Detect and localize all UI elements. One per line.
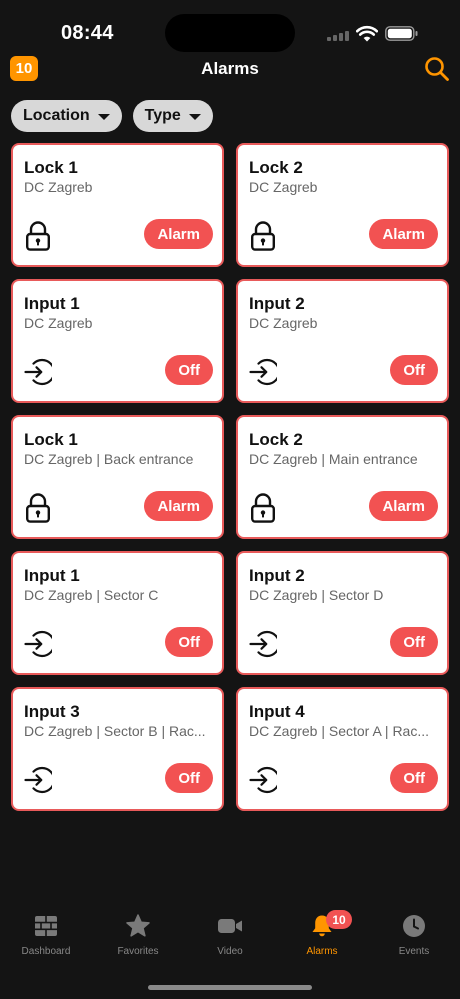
- card-title: Lock 1: [24, 158, 78, 177]
- alarm-card[interactable]: Lock 2 DC Zagreb Alarm: [236, 143, 449, 267]
- card-location: DC Zagreb: [24, 315, 93, 331]
- alarm-card[interactable]: Lock 1 DC Zagreb Alarm: [11, 143, 224, 267]
- tab-label: Favorites: [117, 946, 159, 957]
- tab-video[interactable]: Video: [184, 905, 276, 965]
- caret-down-icon: [188, 114, 201, 120]
- filter-label: Type: [144, 107, 181, 124]
- card-title: Input 3: [24, 702, 80, 721]
- card-title: Input 4: [249, 702, 305, 721]
- status-badge[interactable]: Off: [390, 763, 438, 793]
- tab-label: Events: [398, 946, 430, 957]
- notification-badge: 10: [326, 910, 352, 929]
- card-title: Input 2: [249, 294, 305, 313]
- alarm-card-grid: Lock 1 DC Zagreb Alarm Lock 2 DC Zagreb Alarm…: [11, 143, 449, 811]
- card-location: DC Zagreb | Sector A | Rac...: [249, 723, 430, 739]
- input-icon: [249, 765, 281, 795]
- tab-alarms[interactable]: Alarms 10: [276, 905, 368, 965]
- input-icon: [24, 629, 56, 659]
- status-bar: 08:44: [0, 0, 460, 56]
- input-icon: [24, 765, 56, 795]
- tab-dashboard[interactable]: Dashboard: [0, 905, 92, 965]
- filter-type-dropdown[interactable]: Type: [132, 100, 213, 132]
- lock-icon: [24, 493, 52, 523]
- status-time: 08:44: [61, 22, 114, 44]
- battery-icon: [385, 26, 418, 41]
- lock-icon: [249, 221, 277, 251]
- dynamic-island: [165, 14, 295, 52]
- tab-bar: Dashboard Favorites Video Alarms 10 Events: [0, 905, 460, 965]
- status-badge[interactable]: Alarm: [144, 491, 213, 521]
- page-title: Alarms: [201, 59, 259, 78]
- search-icon[interactable]: [424, 56, 450, 82]
- card-title: Lock 1: [24, 430, 78, 449]
- filter-bar: Location Type: [11, 100, 213, 132]
- card-title: Input 2: [249, 566, 305, 585]
- input-icon: [249, 357, 281, 387]
- app-header: 10 Alarms: [0, 56, 460, 88]
- status-badge[interactable]: Off: [165, 355, 213, 385]
- card-location: DC Zagreb | Back entrance: [24, 451, 194, 467]
- alarm-card[interactable]: Input 3 DC Zagreb | Sector B | Rac... Off: [11, 687, 224, 811]
- card-location: DC Zagreb | Sector C: [24, 587, 159, 603]
- card-title: Lock 2: [249, 158, 303, 177]
- dashboard-icon: [33, 913, 59, 939]
- tab-label: Alarms: [306, 946, 338, 957]
- alarm-card[interactable]: Input 1 DC Zagreb Off: [11, 279, 224, 403]
- card-title: Input 1: [24, 566, 80, 585]
- filter-location-dropdown[interactable]: Location: [11, 100, 122, 132]
- card-title: Lock 2: [249, 430, 303, 449]
- alarm-card[interactable]: Input 1 DC Zagreb | Sector C Off: [11, 551, 224, 675]
- lock-icon: [249, 493, 277, 523]
- alarm-card[interactable]: Input 2 DC Zagreb | Sector D Off: [236, 551, 449, 675]
- card-location: DC Zagreb | Main entrance: [249, 451, 418, 467]
- status-badge[interactable]: Alarm: [369, 219, 438, 249]
- tab-label: Video: [217, 946, 243, 957]
- video-camera-icon: [217, 913, 243, 939]
- alarm-card[interactable]: Input 4 DC Zagreb | Sector A | Rac... Off: [236, 687, 449, 811]
- tab-events[interactable]: Events: [368, 905, 460, 965]
- alarm-card[interactable]: Input 2 DC Zagreb Off: [236, 279, 449, 403]
- card-location: DC Zagreb: [249, 315, 318, 331]
- status-badge[interactable]: Off: [390, 355, 438, 385]
- wifi-icon: [356, 25, 378, 42]
- tab-favorites[interactable]: Favorites: [92, 905, 184, 965]
- clock-icon: [401, 913, 427, 939]
- status-badge[interactable]: Off: [165, 627, 213, 657]
- card-location: DC Zagreb: [24, 179, 93, 195]
- star-icon: [125, 913, 151, 939]
- card-location: DC Zagreb | Sector D: [249, 587, 384, 603]
- card-location: DC Zagreb: [249, 179, 318, 195]
- filter-label: Location: [23, 107, 90, 124]
- cellular-signal-icon: [327, 31, 351, 41]
- input-icon: [249, 629, 281, 659]
- alarm-card[interactable]: Lock 2 DC Zagreb | Main entrance Alarm: [236, 415, 449, 539]
- card-location: DC Zagreb | Sector B | Rac...: [24, 723, 206, 739]
- tab-label: Dashboard: [21, 946, 71, 957]
- alarm-card[interactable]: Lock 1 DC Zagreb | Back entrance Alarm: [11, 415, 224, 539]
- caret-down-icon: [97, 114, 110, 120]
- status-badge[interactable]: Off: [165, 763, 213, 793]
- status-badge[interactable]: Off: [390, 627, 438, 657]
- home-indicator: [148, 985, 312, 990]
- lock-icon: [24, 221, 52, 251]
- status-badge[interactable]: Alarm: [369, 491, 438, 521]
- status-badge[interactable]: Alarm: [144, 219, 213, 249]
- card-title: Input 1: [24, 294, 80, 313]
- input-icon: [24, 357, 56, 387]
